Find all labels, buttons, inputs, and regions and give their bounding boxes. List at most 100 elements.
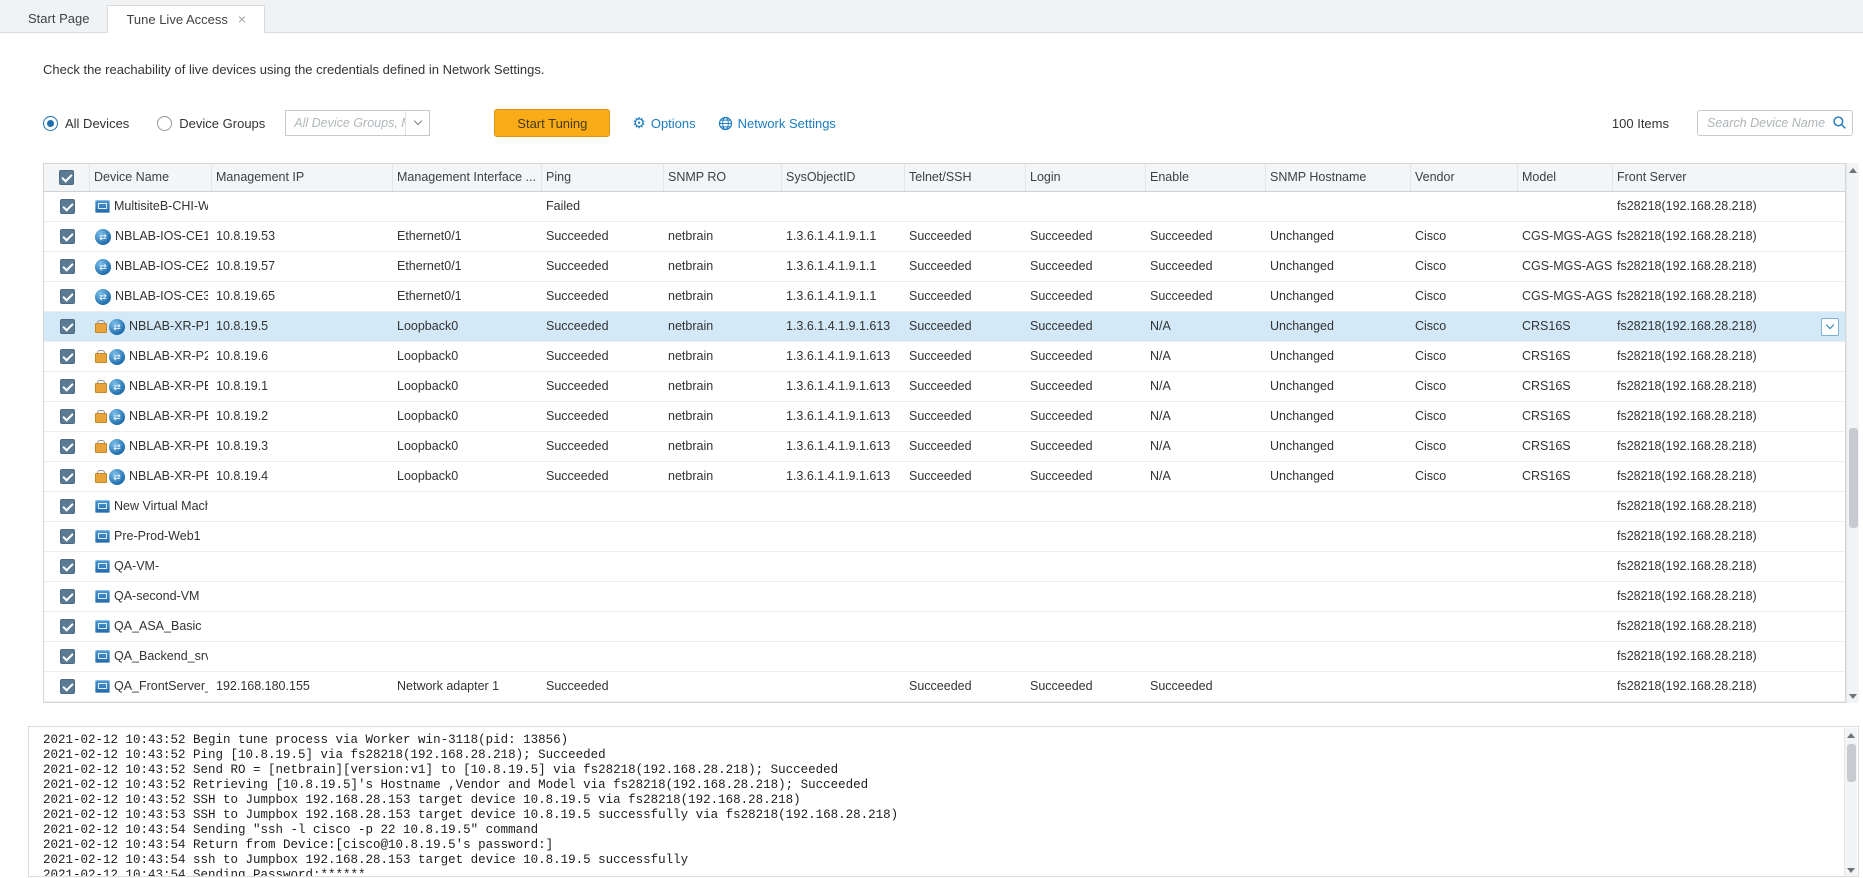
row-checkbox[interactable] [60, 499, 75, 514]
column-header-model[interactable]: Model [1518, 164, 1613, 191]
scroll-up-icon[interactable] [1847, 163, 1859, 177]
close-icon[interactable]: × [238, 12, 246, 26]
table-row[interactable]: NBLAB-XR-PE10.8.19.3Loopback0Succeededne… [44, 432, 1845, 462]
table-scrollbar-thumb[interactable] [1849, 428, 1858, 528]
scroll-down-icon[interactable] [1845, 863, 1857, 877]
tab-tune-live-access-label: Tune Live Access [126, 12, 227, 27]
cell-vendor: Cisco [1411, 312, 1518, 341]
column-header-ping[interactable]: Ping [542, 164, 664, 191]
device-table: Device NameManagement IPManagement Inter… [43, 163, 1846, 703]
cell-vendor [1411, 642, 1518, 671]
cell-management-ip [212, 612, 393, 641]
column-header-front-server[interactable]: Front Server [1613, 164, 1845, 191]
table-row[interactable]: NBLAB-IOS-CE310.8.19.65Ethernet0/1Succee… [44, 282, 1845, 312]
log-scrollbar-thumb[interactable] [1847, 744, 1856, 782]
tune-live-access-window: Start Page Tune Live Access × Check the … [0, 0, 1863, 878]
column-header-snmp-hostname[interactable]: SNMP Hostname [1266, 164, 1411, 191]
table-row[interactable]: QA_ASA_Basicfs28218(192.168.28.218) [44, 612, 1845, 642]
cell-sysobjectid: 1.3.6.1.4.1.9.1.613 [782, 432, 905, 461]
cell-login: Succeeded [1026, 252, 1146, 281]
cell-vendor [1411, 522, 1518, 551]
cell-snmp-hostname: Unchanged [1266, 402, 1411, 431]
table-row[interactable]: NBLAB-XR-P110.8.19.5Loopback0Succeededne… [44, 312, 1845, 342]
lock-icon [95, 320, 105, 333]
row-checkbox[interactable] [60, 439, 75, 454]
row-checkbox[interactable] [60, 559, 75, 574]
options-link[interactable]: ⚙ Options [632, 116, 695, 131]
column-header-enable[interactable]: Enable [1146, 164, 1266, 191]
table-row[interactable]: New Virtual Machfs28218(192.168.28.218) [44, 492, 1845, 522]
row-checkbox[interactable] [60, 229, 75, 244]
row-checkbox[interactable] [60, 319, 75, 334]
search-icon[interactable] [1832, 115, 1847, 133]
device-name: MultisiteB-CHI-W [114, 192, 208, 221]
row-checkbox[interactable] [60, 649, 75, 664]
cell-management-interface: Loopback0 [393, 432, 542, 461]
cell-front-server: fs28218(192.168.28.218) [1613, 402, 1845, 431]
column-header-device-name[interactable]: Device Name [90, 164, 212, 191]
table-row[interactable]: QA_Backend_srvfs28218(192.168.28.218) [44, 642, 1845, 672]
table-row[interactable]: NBLAB-XR-P210.8.19.6Loopback0Succeededne… [44, 342, 1845, 372]
cell-snmp-ro: netbrain [664, 342, 782, 371]
tab-tune-live-access[interactable]: Tune Live Access × [107, 5, 265, 33]
table-row[interactable]: QA_FrontServer_192.168.180.155Network ad… [44, 672, 1845, 702]
cell-sysobjectid: 1.3.6.1.4.1.9.1.613 [782, 312, 905, 341]
vm-device-icon [95, 620, 110, 633]
table-row[interactable]: Pre-Prod-Web1fs28218(192.168.28.218) [44, 522, 1845, 552]
vm-device-icon [95, 680, 110, 693]
cell-front-server: fs28218(192.168.28.218) [1613, 462, 1845, 491]
start-tuning-button[interactable]: Start Tuning [494, 109, 610, 137]
device-name-cell: NBLAB-XR-P1 [90, 312, 212, 341]
device-name: NBLAB-XR-PE [129, 462, 208, 491]
cell-telnet-ssh: Succeeded [905, 672, 1026, 701]
tab-start-page[interactable]: Start Page [10, 4, 107, 32]
cell-login: Succeeded [1026, 432, 1146, 461]
row-checkbox-cell [44, 252, 90, 281]
table-scrollbar[interactable] [1846, 163, 1859, 703]
row-checkbox[interactable] [60, 199, 75, 214]
row-checkbox[interactable] [60, 679, 75, 694]
cell-model: CRS16S [1518, 312, 1613, 341]
cell-management-ip: 10.8.19.3 [212, 432, 393, 461]
column-header-telnet-ssh[interactable]: Telnet/SSH [905, 164, 1026, 191]
log-line: 2021-02-12 10:43:52 Begin tune process v… [43, 733, 1838, 748]
row-checkbox[interactable] [60, 469, 75, 484]
column-header-snmp-ro[interactable]: SNMP RO [664, 164, 782, 191]
network-settings-link[interactable]: Network Settings [718, 116, 836, 131]
row-checkbox[interactable] [60, 409, 75, 424]
table-row[interactable]: QA-VM-fs28218(192.168.28.218) [44, 552, 1845, 582]
select-all-checkbox[interactable] [59, 170, 74, 185]
row-checkbox[interactable] [60, 589, 75, 604]
log-scrollbar[interactable] [1844, 728, 1857, 877]
cell-snmp-ro: netbrain [664, 282, 782, 311]
row-checkbox[interactable] [60, 349, 75, 364]
cell-ping: Succeeded [542, 402, 664, 431]
cell-vendor: Cisco [1411, 432, 1518, 461]
table-row[interactable]: MultisiteB-CHI-WFailedfs28218(192.168.28… [44, 192, 1845, 222]
column-header-management-interface[interactable]: Management Interface ... [393, 164, 542, 191]
table-row[interactable]: NBLAB-IOS-CE110.8.19.53Ethernet0/1Succee… [44, 222, 1845, 252]
row-actions-dropdown[interactable] [1821, 318, 1839, 336]
table-row[interactable]: NBLAB-IOS-CE210.8.19.57Ethernet0/1Succee… [44, 252, 1845, 282]
column-header-login[interactable]: Login [1026, 164, 1146, 191]
row-checkbox[interactable] [60, 289, 75, 304]
column-header-sysobjectid[interactable]: SysObjectID [782, 164, 905, 191]
search-input[interactable] [1697, 110, 1853, 136]
scroll-up-icon[interactable] [1845, 728, 1857, 742]
cell-login [1026, 612, 1146, 641]
table-row[interactable]: QA-second-VMfs28218(192.168.28.218) [44, 582, 1845, 612]
table-row[interactable]: NBLAB-XR-PE10.8.19.4Loopback0Succeededne… [44, 462, 1845, 492]
table-row[interactable]: NBLAB-XR-PE10.8.19.2Loopback0Succeededne… [44, 402, 1845, 432]
row-checkbox[interactable] [60, 619, 75, 634]
device-groups-select[interactable]: All Device Groups, My ... [285, 110, 430, 136]
device-groups-radio[interactable]: Device Groups [157, 116, 265, 131]
table-row[interactable]: NBLAB-XR-PE10.8.19.1Loopback0Succeededne… [44, 372, 1845, 402]
device-name-cell: NBLAB-IOS-CE2 [90, 252, 212, 281]
row-checkbox[interactable] [60, 379, 75, 394]
row-checkbox[interactable] [60, 259, 75, 274]
scroll-down-icon[interactable] [1847, 689, 1859, 703]
all-devices-radio[interactable]: All Devices [43, 116, 129, 131]
row-checkbox[interactable] [60, 529, 75, 544]
column-header-vendor[interactable]: Vendor [1411, 164, 1518, 191]
column-header-management-ip[interactable]: Management IP [212, 164, 393, 191]
